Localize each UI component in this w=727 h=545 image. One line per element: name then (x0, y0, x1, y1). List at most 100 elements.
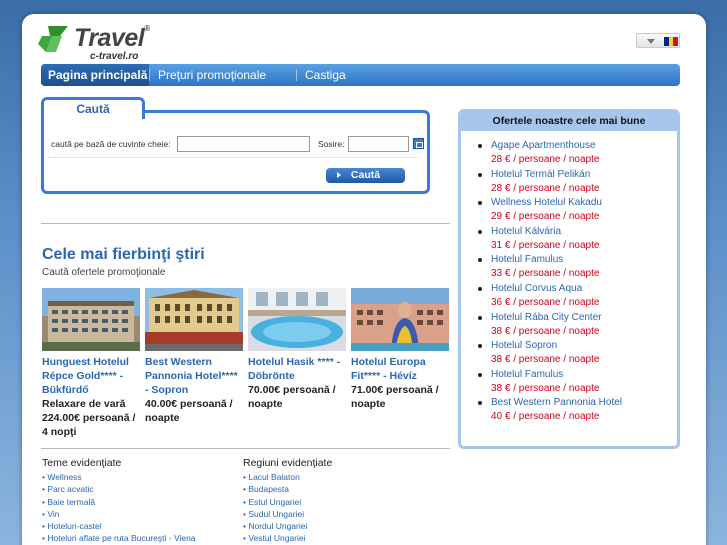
offers-list: Agape Apartmenthouse 28 € / persoane / no… (461, 131, 677, 425)
theme-link[interactable]: • Parc acvatic (42, 483, 196, 495)
news-card[interactable]: Hotelul Hasik **** - Döbrönte 70.00€ per… (248, 288, 346, 411)
logo-mark-icon (38, 26, 68, 52)
region-link[interactable]: • Estul Ungariei (243, 496, 332, 508)
offer-hotel-link[interactable]: Wellness Hotelul Kakadu (491, 196, 677, 210)
offer-hotel-link[interactable]: Hotelul Kálvária (491, 225, 677, 239)
offer-price: 29 € / persoane / noapte (491, 211, 600, 223)
arrow-right-icon (337, 172, 341, 178)
offer-price: 31 € / persoane / noapte (491, 239, 600, 251)
bullet-icon (478, 315, 482, 320)
hotel-photo[interactable] (42, 288, 140, 351)
hotel-photo[interactable] (248, 288, 346, 351)
region-link[interactable]: • Nordul Ungariei (243, 520, 332, 532)
page-frame: Travel® c-travel.ro Pagina principală Pr… (22, 14, 706, 545)
best-offers-panel: Ofertele noastre cele mai bune Agape Apa… (458, 109, 680, 449)
news-card-title[interactable]: Hunguest Hotelul Répce Gold**** - Bükfür… (42, 355, 140, 397)
search-button[interactable]: Caută (326, 168, 405, 183)
search-tab[interactable]: Caută (41, 97, 145, 119)
bullet-icon (478, 286, 482, 291)
theme-link[interactable]: • Wellness (42, 471, 196, 483)
offer-item: Hotelul Termál Pelikán 28 € / persoane / … (478, 168, 677, 197)
offer-item: Hotelul Corvus Aqua 36 € / persoane / noa… (478, 282, 677, 311)
news-card-price: 40.00€ persoană / noapte (145, 398, 233, 424)
search-dotted-divider (48, 157, 418, 158)
featured-themes: Teme evidenţiate • Wellness • Parc acvat… (42, 457, 196, 545)
news-card[interactable]: Hunguest Hotelul Répce Gold**** - Bükfür… (42, 288, 140, 439)
bullet-icon (478, 172, 482, 177)
offer-price: 40 € / persoane / noapte (491, 411, 600, 423)
bullet-icon (478, 401, 482, 406)
theme-link[interactable]: • Vin (42, 508, 196, 520)
nav-divider (149, 69, 150, 81)
theme-link[interactable]: • Hoteluri aflate pe ruta Bucureşti - Vi… (42, 532, 196, 544)
registered-mark: ® (144, 24, 150, 33)
brand-domain: c-travel.ro (90, 51, 139, 62)
bullet-icon (478, 372, 482, 377)
offer-price: 38 € / persoane / noapte (491, 325, 600, 337)
keyword-input[interactable] (177, 136, 310, 152)
nav-divider (296, 69, 297, 81)
offer-item: Hotelul Famulus 38 € / persoane / noapte (478, 368, 677, 397)
bullet-icon (478, 201, 482, 206)
tab-win[interactable]: Castiga (305, 64, 346, 86)
offer-price: 38 € / persoane / noapte (491, 354, 600, 366)
offer-hotel-link[interactable]: Best Western Pannonia Hotel (491, 396, 677, 410)
offer-hotel-link[interactable]: Hotelul Famulus (491, 253, 677, 267)
featured-themes-title: Teme evidenţiate (42, 457, 122, 469)
brand-name: Travel (74, 24, 145, 52)
news-card-title[interactable]: Hotelul Hasik **** - Döbrönte (248, 355, 346, 383)
bullet-icon (478, 229, 482, 234)
theme-link[interactable]: • Baie termală (42, 496, 196, 508)
site-logo[interactable]: Travel® c-travel.ro (38, 22, 168, 64)
news-card-title[interactable]: Best Western Pannonia Hotel**** - Sopron (145, 355, 243, 397)
region-link[interactable]: • Budapesta (243, 483, 332, 495)
news-card-price: Relaxare de vară 224.00€ persoană / 4 no… (42, 398, 136, 438)
region-link[interactable]: • Vestul Ungariei (243, 532, 332, 544)
keyword-label: caută pe bază de cuvinte cheie: (51, 139, 171, 149)
offer-hotel-link[interactable]: Hotelul Rába City Center (491, 311, 677, 325)
offer-price: 28 € / persoane / noapte (491, 182, 600, 194)
arrival-date-input[interactable] (348, 136, 409, 152)
best-offers-title: Ofertele noastre cele mai bune (461, 112, 677, 131)
news-card[interactable]: Best Western Pannonia Hotel**** - Sopron… (145, 288, 243, 425)
offer-hotel-link[interactable]: Hotelul Famulus (491, 368, 677, 382)
offer-item: Hotelul Kálvária 31 € / persoane / noapte (478, 225, 677, 254)
offer-hotel-link[interactable]: Hotelul Sopron (491, 339, 677, 353)
language-selector[interactable] (636, 33, 680, 48)
section-divider (41, 223, 450, 224)
chevron-down-icon (647, 39, 655, 44)
offer-item: Hotelul Sopron 38 € / persoane / noapte (478, 339, 677, 368)
tab-home[interactable]: Pagina principală (41, 64, 149, 86)
bullet-icon (478, 344, 482, 349)
region-link[interactable]: • Sudul Ungariei (243, 508, 332, 520)
offer-price: 36 € / persoane / noapte (491, 296, 600, 308)
news-card-title[interactable]: Hotelul Europa Fit**** - Hévíz (351, 355, 449, 383)
hotel-photo[interactable] (351, 288, 449, 351)
calendar-icon[interactable] (413, 138, 424, 149)
news-card-price: 70.00€ persoană / noapte (248, 384, 336, 410)
offer-item: Hotelul Rába City Center 38 € / persoane … (478, 311, 677, 340)
hotel-photo[interactable] (145, 288, 243, 351)
featured-regions: Regiuni evidenţiate • Lacul Balaton • Bu… (243, 457, 332, 545)
offer-item: Hotelul Famulus 33 € / persoane / noapte (478, 253, 677, 282)
main-navigation: Pagina principală Preţuri promoţionale C… (41, 64, 680, 86)
offer-hotel-link[interactable]: Agape Apartmenthouse (491, 139, 677, 153)
offer-price: 28 € / persoane / noapte (491, 154, 600, 165)
offer-price: 38 € / persoane / noapte (491, 382, 600, 394)
news-subtitle[interactable]: Caută ofertele promoţionale (42, 267, 165, 278)
section-divider (41, 448, 450, 449)
news-card-price: 71.00€ persoană / noapte (351, 384, 439, 410)
tab-promotional-prices[interactable]: Preţuri promoţionale (158, 64, 266, 86)
region-link[interactable]: • Lacul Balaton (243, 471, 332, 483)
news-card[interactable]: Hotelul Europa Fit**** - Hévíz 71.00€ pe… (351, 288, 449, 411)
bullet-icon (478, 144, 482, 148)
offer-item: Wellness Hotelul Kakadu 29 € / persoane /… (478, 196, 677, 225)
news-title: Cele mai fierbinţi ştiri (42, 246, 205, 263)
theme-link[interactable]: • Hoteluri-castel (42, 520, 196, 532)
featured-regions-title: Regiuni evidenţiate (243, 457, 333, 469)
offer-item: Agape Apartmenthouse 28 € / persoane / no… (478, 139, 677, 168)
offer-hotel-link[interactable]: Hotelul Termál Pelikán (491, 168, 677, 182)
offer-item: Best Western Pannonia Hotel 40 € / persoa… (478, 396, 677, 425)
offer-hotel-link[interactable]: Hotelul Corvus Aqua (491, 282, 677, 296)
search-button-label: Caută (350, 169, 381, 181)
